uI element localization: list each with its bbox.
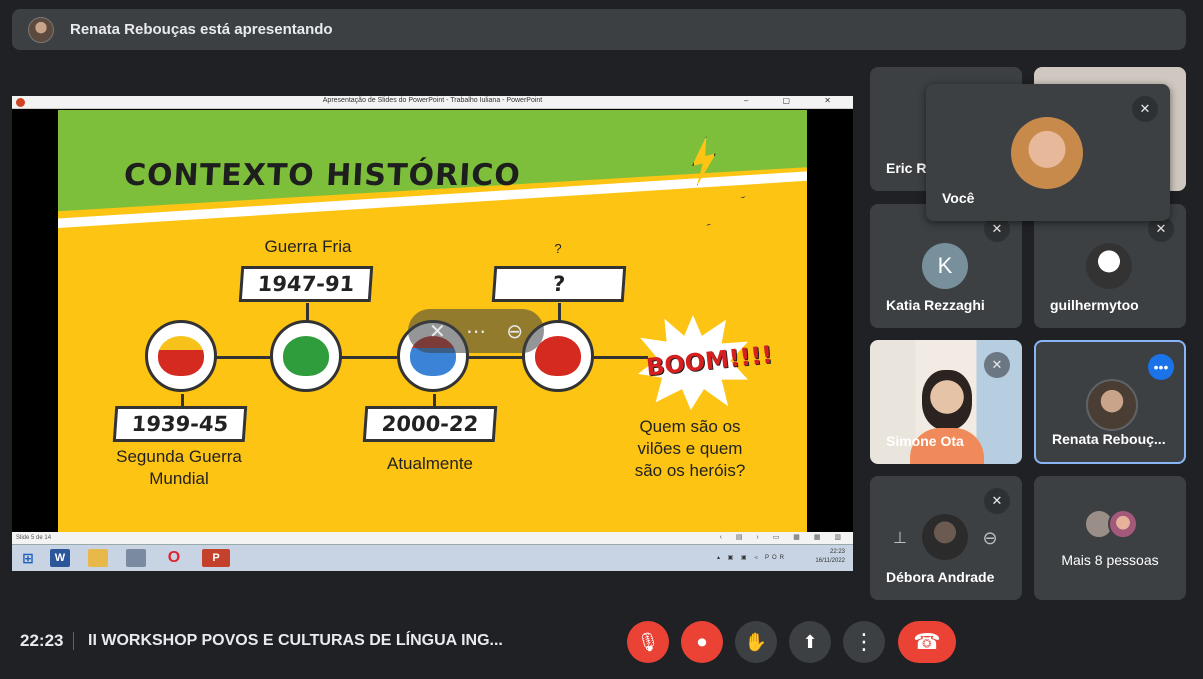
camera-toggle-button[interactable]: ⏺ [681, 621, 723, 663]
hero-mask-red-gold-icon [145, 320, 217, 392]
ppt-titlebar: Apresentação de Slides do PowerPoint - T… [12, 96, 853, 109]
debora-avatar [922, 514, 968, 560]
participant-avatar-small [1108, 509, 1138, 539]
tray-date: 16/11/2022 [815, 558, 845, 564]
pin-icon[interactable]: ⊥ [888, 526, 912, 550]
meet-window: Renata Rebouças está apresentando Aprese… [0, 0, 1203, 679]
word-icon: W [50, 549, 70, 567]
system-clock: 22:23 16/11/2022 [815, 548, 845, 566]
remove-icon[interactable]: ⊖ [978, 526, 1002, 550]
simone-video-face [922, 370, 972, 430]
participant-name: Renata Rebouç... [1052, 431, 1166, 447]
present-screen-button[interactable]: ⬆ [789, 621, 831, 663]
phone-hangup-icon: ☎ [913, 629, 941, 654]
meeting-title: II WORKSHOP POVOS E CULTURAS DE LÍNGUA I… [88, 632, 503, 649]
participant-tile-katia[interactable]: K ✕ Katia Rezzaghi [870, 204, 1022, 328]
connector-line [306, 303, 309, 321]
powerpoint-taskbar-icon: P [202, 549, 230, 567]
app-icon [126, 549, 146, 567]
presenting-banner: Renata Rebouças está apresentando [12, 9, 1186, 50]
date-box-2000-22: 2000-22 [362, 406, 498, 442]
self-view-tile[interactable]: ✕ Você [926, 84, 1170, 221]
remove-icon[interactable]: ⊖ [502, 319, 528, 344]
more-participants-tile[interactable]: Mais 8 pessoas [1034, 476, 1186, 600]
date-box-1947-91: 1947-91 [238, 266, 374, 302]
tray-language: POR [764, 555, 787, 561]
participant-tile-simone[interactable]: ✕ Simone Ota [870, 340, 1022, 464]
windows-start-icon: ⊞ [22, 549, 34, 566]
mic-off-icon: ✕ [984, 352, 1010, 378]
tray-time: 22:23 [829, 549, 845, 555]
katia-avatar: K [922, 243, 968, 289]
top-label-guerra-fria: Guerra Fria [264, 237, 352, 256]
camera-off-icon: ⏺ [697, 631, 707, 652]
divider [73, 632, 74, 650]
raise-hand-button[interactable]: ✋ [735, 621, 777, 663]
participant-name: Katia Rezzaghi [886, 297, 985, 313]
presentation-slide: CONTEXTO HISTÓRICO Guerra Fria ? 1947-91… [58, 110, 807, 532]
self-avatar [1011, 117, 1083, 189]
shared-screen[interactable]: Apresentação de Slides do PowerPoint - T… [12, 96, 853, 571]
more-options-icon[interactable]: ••• [1148, 354, 1174, 380]
top-label-question: ? [554, 241, 562, 256]
mic-off-icon: ✕ [984, 488, 1010, 514]
slide-counter: Slide 5 de 14 [16, 535, 52, 541]
more-options-button[interactable]: ⋮ [843, 621, 885, 663]
pin-off-icon[interactable]: ✕ [424, 319, 450, 344]
more-vert-icon: ⋮ [853, 629, 875, 654]
participant-name: Eric R [886, 160, 927, 176]
renata-avatar [1086, 379, 1138, 431]
self-name: Você [942, 190, 975, 206]
opera-icon: O [167, 549, 181, 566]
guilhermytoo-avatar [1086, 243, 1132, 289]
date-box-question: ? [491, 266, 627, 302]
slide-question: Quem são os vilões e quem são os heróis? [634, 417, 746, 480]
ppt-view-controls: ‹ ▤ › ▭ ▦ ▦ ▥ [719, 534, 847, 541]
participant-tile-guilhermytoo[interactable]: ✕ guilhermytoo [1034, 204, 1186, 328]
more-participants-label: Mais 8 pessoas [1061, 552, 1159, 568]
bottom-label-segunda-guerra: Segunda Guerra Mundial [116, 447, 242, 488]
present-icon: ⬆ [802, 631, 818, 652]
system-tray-icons: ▴ ▣ ▣ ◃ POR [716, 555, 787, 561]
hand-icon: ✋ [744, 631, 768, 652]
mic-toggle-button[interactable]: 🎙 [627, 621, 669, 663]
ppt-window-controls: – ▢ ✕ [743, 96, 847, 105]
lightning-bolt-small-icon [706, 196, 746, 226]
file-explorer-icon [88, 549, 108, 567]
participant-name: guilhermytoo [1050, 297, 1139, 313]
participant-name: Simone Ota [886, 433, 964, 449]
end-call-button[interactable]: ☎ [898, 621, 956, 663]
mic-off-icon: ✕ [1132, 96, 1158, 122]
presenting-text: Renata Rebouças está apresentando [70, 21, 333, 38]
connector-line [558, 303, 561, 321]
bottom-label-atualmente: Atualmente [387, 454, 473, 473]
tile-overlay-controls[interactable]: ✕ ⋯ ⊖ [408, 309, 544, 353]
more-options-icon[interactable]: ⋯ [463, 319, 489, 344]
hero-mask-green-icon [270, 320, 342, 392]
slide-title: CONTEXTO HISTÓRICO [123, 158, 522, 193]
participant-tile-renata[interactable]: ••• Renata Rebouç... [1034, 340, 1186, 464]
mic-off-icon: 🎙 [636, 631, 660, 652]
participant-tile-debora[interactable]: ✕ ⊥ ⊖ Débora Andrade [870, 476, 1022, 600]
participant-name: Débora Andrade [886, 569, 995, 585]
ppt-window-title: Apresentação de Slides do PowerPoint - T… [322, 97, 543, 104]
presenter-avatar [28, 16, 54, 43]
meeting-clock: 22:23 [20, 631, 64, 650]
windows-taskbar: ⊞ W O P ▴ ▣ ▣ ◃ POR 22:23 16/11/2022 [12, 544, 853, 571]
ppt-status-bar: Slide 5 de 14 ‹ ▤ › ▭ ▦ ▦ ▥ [12, 532, 853, 544]
date-box-1939-45: 1939-45 [112, 406, 248, 442]
